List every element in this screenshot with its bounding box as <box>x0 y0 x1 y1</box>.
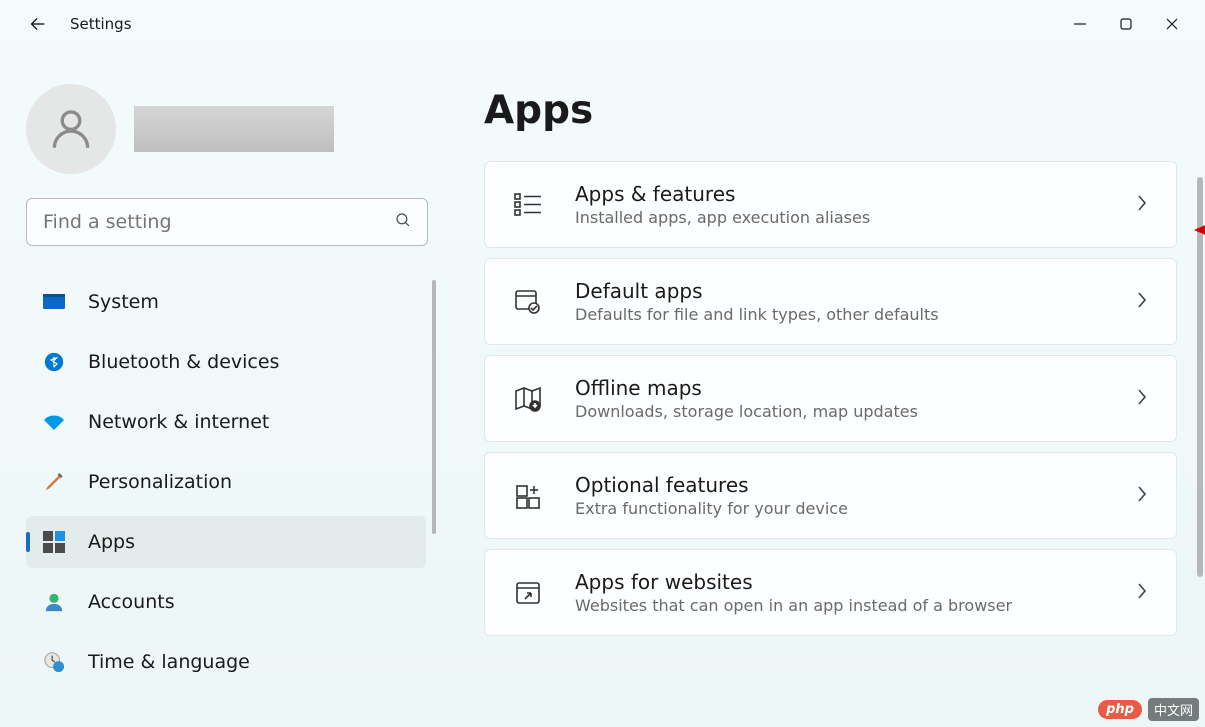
watermark: php 中文网 <box>1098 698 1199 721</box>
chevron-right-icon <box>1136 194 1148 216</box>
setting-subtitle: Extra functionality for your device <box>575 499 1104 518</box>
minimize-icon <box>1073 17 1087 31</box>
sidebar-item-label: Bluetooth & devices <box>88 351 279 373</box>
chevron-right-icon <box>1136 291 1148 313</box>
setting-subtitle: Websites that can open in an app instead… <box>575 596 1104 615</box>
sidebar: System Bluetooth & devices Network & int… <box>0 48 458 727</box>
watermark-text: 中文网 <box>1148 698 1199 721</box>
close-icon <box>1165 17 1179 31</box>
default-apps-icon <box>513 287 543 317</box>
setting-title: Apps & features <box>575 182 1104 206</box>
minimize-button[interactable] <box>1057 6 1103 42</box>
window-controls <box>1057 6 1195 42</box>
chevron-right-icon <box>1136 485 1148 507</box>
setting-item-apps-for-websites[interactable]: Apps for websites Websites that can open… <box>484 549 1177 636</box>
apps-grid-icon <box>42 530 66 554</box>
watermark-badge: php <box>1098 700 1142 719</box>
maximize-icon <box>1119 17 1133 31</box>
sidebar-item-accounts[interactable]: Accounts <box>26 576 426 628</box>
search-wrap <box>26 198 428 246</box>
arrow-left-icon <box>27 13 49 35</box>
open-app-icon <box>513 578 543 608</box>
paintbrush-icon <box>42 470 66 494</box>
maximize-button[interactable] <box>1103 6 1149 42</box>
page-title: Apps <box>484 88 1177 133</box>
sidebar-item-system[interactable]: System <box>26 276 426 328</box>
search-input[interactable] <box>26 198 428 246</box>
bluetooth-icon <box>42 350 66 374</box>
title-bar: Settings <box>0 0 1205 48</box>
settings-list: Apps & features Installed apps, app exec… <box>484 161 1177 636</box>
sidebar-item-label: Personalization <box>88 471 232 493</box>
sidebar-item-label: System <box>88 291 159 313</box>
sidebar-item-label: Time & language <box>88 651 250 673</box>
monitor-icon <box>42 290 66 314</box>
sidebar-item-network[interactable]: Network & internet <box>26 396 426 448</box>
sidebar-item-personalization[interactable]: Personalization <box>26 456 426 508</box>
title-bar-left: Settings <box>10 10 132 38</box>
person-icon <box>46 104 96 154</box>
chevron-right-icon <box>1136 388 1148 410</box>
sidebar-item-bluetooth[interactable]: Bluetooth & devices <box>26 336 426 388</box>
setting-item-default-apps[interactable]: Default apps Defaults for file and link … <box>484 258 1177 345</box>
search-icon <box>394 211 412 233</box>
sidebar-item-label: Network & internet <box>88 411 269 433</box>
sidebar-scrollbar[interactable] <box>432 280 436 534</box>
close-button[interactable] <box>1149 6 1195 42</box>
setting-item-optional-features[interactable]: Optional features Extra functionality fo… <box>484 452 1177 539</box>
back-button[interactable] <box>24 10 52 38</box>
setting-text: Apps for websites Websites that can open… <box>575 570 1104 615</box>
setting-title: Offline maps <box>575 376 1104 400</box>
main-content: Apps Apps & features Installed apps, app… <box>458 48 1205 727</box>
setting-subtitle: Downloads, storage location, map updates <box>575 402 1104 421</box>
setting-subtitle: Installed apps, app execution aliases <box>575 208 1104 227</box>
chevron-right-icon <box>1136 582 1148 604</box>
setting-text: Offline maps Downloads, storage location… <box>575 376 1104 421</box>
setting-text: Apps & features Installed apps, app exec… <box>575 182 1104 227</box>
setting-title: Default apps <box>575 279 1104 303</box>
app-title: Settings <box>70 15 132 33</box>
sidebar-item-label: Apps <box>88 531 135 553</box>
setting-subtitle: Defaults for file and link types, other … <box>575 305 1104 324</box>
sidebar-item-time-language[interactable]: Time & language <box>26 636 426 688</box>
setting-title: Apps for websites <box>575 570 1104 594</box>
sidebar-item-label: Accounts <box>88 591 175 613</box>
clock-globe-icon <box>42 650 66 674</box>
list-icon <box>513 190 543 220</box>
map-icon <box>513 384 543 414</box>
profile-name-redacted <box>134 106 334 152</box>
account-icon <box>42 590 66 614</box>
avatar <box>26 84 116 174</box>
add-feature-icon <box>513 481 543 511</box>
sidebar-item-apps[interactable]: Apps <box>26 516 426 568</box>
profile-block[interactable] <box>26 84 432 174</box>
main-scrollbar[interactable] <box>1197 177 1203 577</box>
setting-item-offline-maps[interactable]: Offline maps Downloads, storage location… <box>484 355 1177 442</box>
setting-item-apps-features[interactable]: Apps & features Installed apps, app exec… <box>484 161 1177 248</box>
wifi-icon <box>42 410 66 434</box>
sidebar-nav: System Bluetooth & devices Network & int… <box>26 276 432 688</box>
setting-text: Default apps Defaults for file and link … <box>575 279 1104 324</box>
setting-text: Optional features Extra functionality fo… <box>575 473 1104 518</box>
setting-title: Optional features <box>575 473 1104 497</box>
